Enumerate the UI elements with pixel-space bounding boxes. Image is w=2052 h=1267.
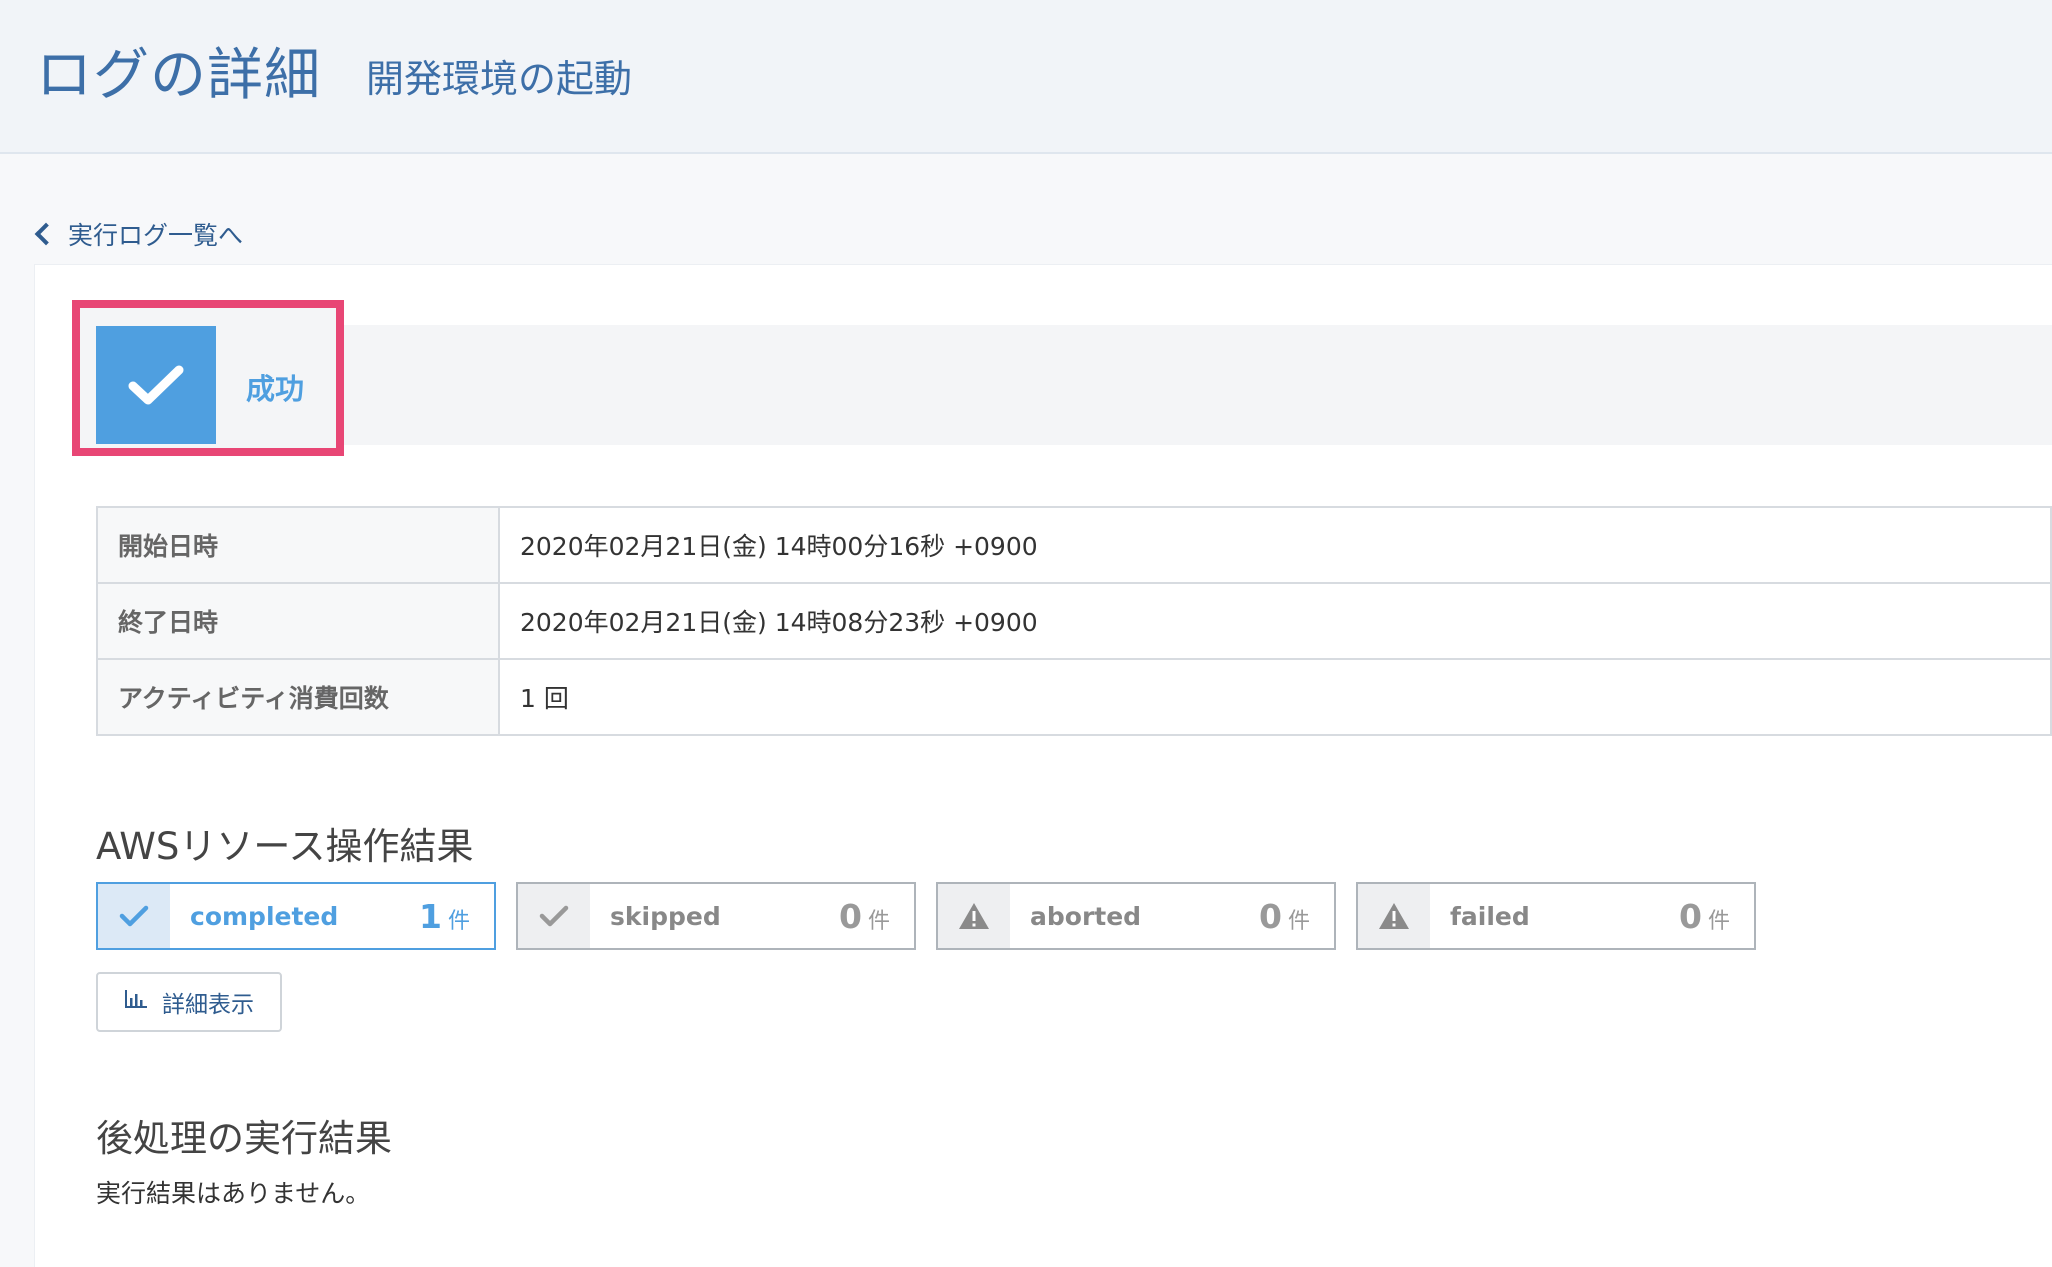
detail-button-label: 詳細表示 [162,992,254,1018]
result-label: skipped [610,901,721,931]
result-unit: 件 [447,908,470,934]
back-link-label: 実行ログ一覧へ [68,221,244,250]
start-time-value: 2020年02月21日(金) 14時00分16秒 +0900 [498,506,2052,584]
result-aborted[interactable]: aborted 0件 [936,882,1336,950]
table-row: 開始日時 2020年02月21日(金) 14時00分16秒 +0900 [96,506,2052,584]
warning-icon [938,884,1010,948]
no-result-message: 実行結果はありません。 [96,1179,371,1208]
status-check-icon [96,326,216,444]
result-label: failed [1450,901,1530,931]
result-failed[interactable]: failed 0件 [1356,882,1756,950]
check-icon [518,884,590,948]
result-count: 0 [839,896,862,936]
check-icon [98,884,170,948]
result-unit: 件 [1287,908,1310,934]
status-band [96,325,2052,445]
result-count: 0 [1259,896,1282,936]
activity-count-value: 1 回 [498,658,2052,736]
table-row: 終了日時 2020年02月21日(金) 14時08分23秒 +0900 [96,582,2052,660]
result-unit: 件 [867,908,890,934]
result-unit: 件 [1707,908,1730,934]
page-title: ログの詳細 [36,43,321,108]
start-time-label: 開始日時 [96,506,500,584]
bar-chart-icon [124,989,148,1015]
back-to-log-list-link[interactable]: 実行ログ一覧へ [34,216,243,252]
status-label: 成功 [246,372,305,406]
post-process-title: 後処理の実行結果 [96,1117,392,1160]
activity-count-label: アクティビティ消費回数 [96,658,500,736]
result-skipped[interactable]: skipped 0件 [516,882,916,950]
log-info-table: 開始日時 2020年02月21日(金) 14時00分16秒 +0900 終了日時… [96,506,2052,736]
page-header: ログの詳細 開発環境の起動 [0,0,2052,154]
table-row: アクティビティ消費回数 1 回 [96,658,2052,736]
detail-view-button[interactable]: 詳細表示 [96,972,282,1032]
end-time-value: 2020年02月21日(金) 14時08分23秒 +0900 [498,582,2052,660]
aws-results-title: AWSリソース操作結果 [96,825,474,868]
result-count: 1 [419,896,442,936]
result-completed[interactable]: completed 1件 [96,882,496,950]
page-subtitle: 開発環境の起動 [366,57,633,101]
result-label: completed [190,901,339,931]
result-count: 0 [1679,896,1702,936]
end-time-label: 終了日時 [96,582,500,660]
chevron-left-icon [34,222,58,246]
result-label: aborted [1030,901,1142,931]
warning-icon [1358,884,1430,948]
